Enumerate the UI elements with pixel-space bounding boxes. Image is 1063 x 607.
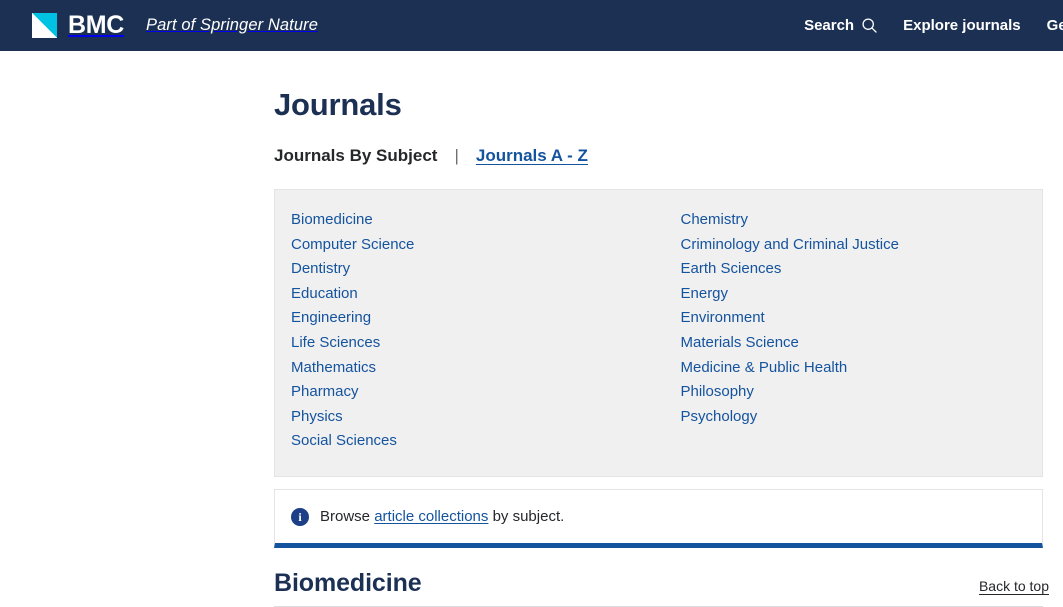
- nav-explore-journals-label: Explore journals: [903, 17, 1021, 34]
- subject-link-mathematics[interactable]: Mathematics: [291, 356, 376, 381]
- brand-name: BMC: [68, 11, 125, 39]
- article-collections-info-box: i Browse article collections by subject.: [274, 489, 1043, 549]
- subject-list-box: Biomedicine Computer Science Dentistry E…: [274, 189, 1043, 478]
- subject-link-dentistry[interactable]: Dentistry: [291, 257, 350, 282]
- journals-subnav: Journals By Subject | Journals A - Z: [274, 147, 1043, 164]
- subject-link-earth-sciences[interactable]: Earth Sciences: [681, 257, 782, 282]
- subject-link-environment[interactable]: Environment: [681, 306, 765, 331]
- info-text-before: Browse: [320, 508, 375, 526]
- subject-link-computer-science[interactable]: Computer Science: [291, 233, 414, 258]
- subject-link-social-sciences[interactable]: Social Sciences: [291, 429, 397, 454]
- subject-link-physics[interactable]: Physics: [291, 405, 343, 430]
- nav-explore-journals[interactable]: Explore journals: [903, 18, 1021, 33]
- subject-link-energy[interactable]: Energy: [681, 282, 729, 307]
- subject-link-materials-science[interactable]: Materials Science: [681, 331, 799, 356]
- info-icon: i: [291, 508, 309, 527]
- page-title: Journals: [274, 87, 402, 122]
- brand-tagline: Part of Springer Nature: [146, 16, 319, 35]
- back-to-top-link[interactable]: Back to top: [979, 578, 1049, 594]
- subnav-current-label: Journals By Subject: [274, 146, 438, 166]
- article-collections-link[interactable]: article collections: [374, 508, 488, 525]
- nav-search-button[interactable]: Search: [804, 18, 877, 33]
- subject-link-pharmacy[interactable]: Pharmacy: [291, 380, 359, 405]
- subject-link-philosophy[interactable]: Philosophy: [681, 380, 754, 405]
- section-title-biomedicine: Biomedicine: [274, 569, 422, 598]
- subject-link-education[interactable]: Education: [291, 282, 358, 307]
- subnav-journals-a-z-link[interactable]: Journals A - Z: [476, 147, 588, 164]
- main-content: Journals Journals By Subject | Journals …: [274, 87, 1049, 607]
- info-text-after: by subject.: [488, 508, 565, 526]
- nav-search-label: Search: [804, 17, 855, 34]
- subject-link-chemistry[interactable]: Chemistry: [681, 208, 749, 233]
- site-header: BMC Part of Springer Nature Search Explo…: [0, 0, 1063, 51]
- page-body: Journals Journals By Subject | Journals …: [0, 87, 1063, 607]
- bmc-triangle-logo-icon: [32, 13, 57, 38]
- subject-column-left: Biomedicine Computer Science Dentistry E…: [291, 208, 659, 454]
- info-box-text: Browse article collections by subject.: [320, 508, 564, 526]
- subject-column-right: Chemistry Criminology and Criminal Justi…: [659, 208, 1027, 454]
- search-icon: [862, 18, 877, 33]
- subject-link-psychology[interactable]: Psychology: [681, 405, 758, 430]
- subject-link-medicine-and-public-health[interactable]: Medicine & Public Health: [681, 356, 848, 381]
- header-nav: Search Explore journals Get p: [804, 0, 1063, 51]
- nav-get-published-label: Get p: [1046, 17, 1063, 34]
- section-heading-row: Biomedicine Back to top: [274, 569, 1049, 607]
- subject-link-engineering[interactable]: Engineering: [291, 306, 371, 331]
- subject-link-criminology-and-criminal-justice[interactable]: Criminology and Criminal Justice: [681, 233, 899, 258]
- nav-get-published[interactable]: Get p: [1047, 18, 1063, 33]
- subnav-separator: |: [454, 146, 459, 166]
- bmc-logo-link[interactable]: BMC Part of Springer Nature: [32, 13, 318, 38]
- subject-link-life-sciences[interactable]: Life Sciences: [291, 331, 380, 356]
- subject-link-biomedicine[interactable]: Biomedicine: [291, 208, 373, 233]
